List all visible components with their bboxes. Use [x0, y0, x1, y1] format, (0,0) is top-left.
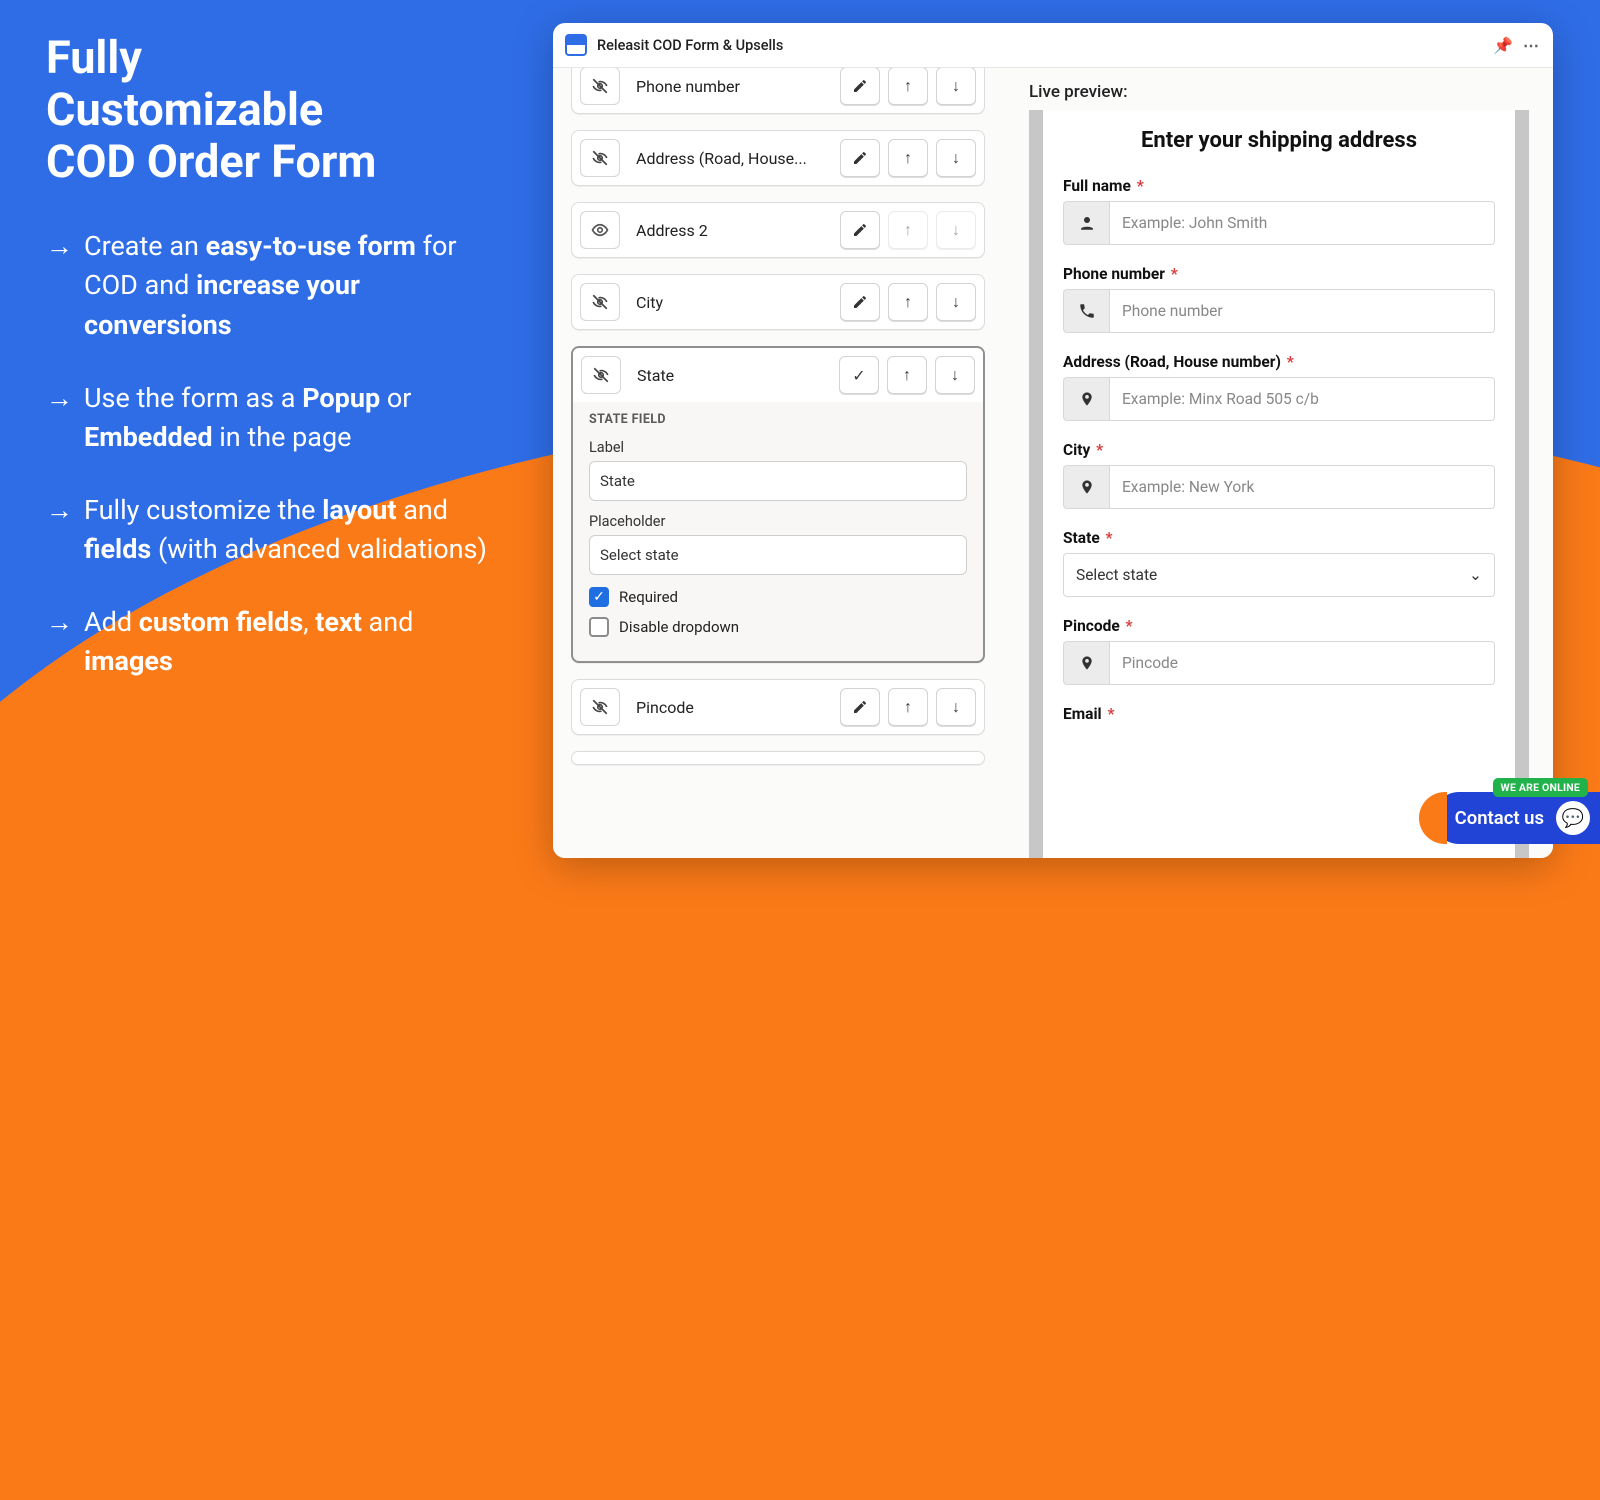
pincode-input[interactable]: Pincode — [1109, 641, 1495, 685]
bullet-1: Create an easy-to-use form for COD and i… — [46, 227, 496, 344]
disable-dropdown-checkbox[interactable]: Disable dropdown — [589, 617, 967, 637]
checkbox-icon: ✓ — [589, 587, 609, 607]
edit-button[interactable] — [840, 688, 880, 726]
pincode-label: Pincode * — [1063, 617, 1495, 635]
field-row-address2[interactable]: Address 2 ↑ ↓ — [571, 202, 985, 258]
city-label: City * — [1063, 441, 1495, 459]
person-icon — [1063, 201, 1109, 245]
move-up-button[interactable]: ↑ — [888, 688, 928, 726]
move-down-button[interactable]: ↓ — [936, 139, 976, 177]
checkbox-icon — [589, 617, 609, 637]
move-down-button[interactable]: ↓ — [936, 211, 976, 249]
state-select[interactable]: Select state ⌄ — [1063, 553, 1495, 597]
field-row-phone[interactable]: Phone number ↑ ↓ — [571, 68, 985, 114]
contact-label: Contact us — [1455, 807, 1544, 829]
bullet-3: Fully customize the layout and fields (w… — [46, 491, 496, 569]
contact-widget[interactable]: Contact us 💬 WE ARE ONLINE — [1433, 792, 1600, 844]
required-checkbox[interactable]: ✓ Required — [589, 587, 967, 607]
editor-section-title: STATE FIELD — [589, 412, 967, 427]
headline: Fully Customizable COD Order Form — [46, 32, 496, 187]
city-input[interactable]: Example: New York — [1109, 465, 1495, 509]
label-input[interactable]: State — [589, 461, 967, 501]
online-badge: WE ARE ONLINE — [1493, 778, 1588, 797]
field-row-address[interactable]: Address (Road, House... ↑ ↓ — [571, 130, 985, 186]
field-label: Address 2 — [632, 221, 832, 240]
move-down-button[interactable]: ↓ — [936, 688, 976, 726]
phone-input[interactable]: Phone number — [1109, 289, 1495, 333]
move-up-button[interactable]: ↑ — [888, 68, 928, 105]
edit-button[interactable] — [840, 283, 880, 321]
window-titlebar: Releasit COD Form & Upsells 📌 ⋯ — [553, 23, 1553, 67]
field-label: Phone number — [632, 77, 832, 96]
move-up-button[interactable]: ↑ — [888, 283, 928, 321]
move-up-button[interactable]: ↑ — [888, 211, 928, 249]
visibility-toggle-icon[interactable] — [580, 283, 620, 321]
visibility-toggle-icon[interactable] — [580, 139, 620, 177]
location-icon — [1063, 641, 1109, 685]
placeholder-input[interactable]: Select state — [589, 535, 967, 575]
preview-heading: Live preview: — [1029, 82, 1529, 102]
email-label: Email * — [1063, 705, 1495, 723]
field-label: Address (Road, House... — [632, 149, 832, 168]
form-title: Enter your shipping address — [1063, 128, 1495, 153]
bullet-4: Add custom fields, text and images — [46, 603, 496, 681]
move-up-button[interactable]: ↑ — [887, 356, 927, 394]
visibility-toggle-icon[interactable] — [581, 356, 621, 394]
edit-button[interactable] — [840, 211, 880, 249]
field-label: City — [632, 293, 832, 312]
move-up-button[interactable]: ↑ — [888, 139, 928, 177]
move-down-button[interactable]: ↓ — [936, 68, 976, 105]
visibility-toggle-icon[interactable] — [580, 688, 620, 726]
field-row-city[interactable]: City ↑ ↓ — [571, 274, 985, 330]
visibility-toggle-icon[interactable] — [580, 211, 620, 249]
move-down-button[interactable]: ↓ — [936, 283, 976, 321]
more-icon[interactable]: ⋯ — [1523, 36, 1541, 55]
window-title: Releasit COD Form & Upsells — [597, 37, 783, 54]
chevron-down-icon: ⌄ — [1469, 566, 1482, 584]
app-window: Releasit COD Form & Upsells 📌 ⋯ Phone nu… — [553, 23, 1553, 858]
field-row-next[interactable] — [571, 751, 985, 765]
field-row-pincode[interactable]: Pincode ↑ ↓ — [571, 679, 985, 735]
phone-icon — [1063, 289, 1109, 333]
full-name-label: Full name * — [1063, 177, 1495, 195]
field-label: State — [633, 366, 831, 385]
visibility-toggle-icon[interactable] — [580, 68, 620, 105]
bullet-2: Use the form as a Popup or Embedded in t… — [46, 379, 496, 457]
edit-button[interactable] — [840, 68, 880, 105]
form-builder-panel: Phone number ↑ ↓ Address (Road, House...… — [553, 68, 1003, 858]
edit-button[interactable] — [840, 139, 880, 177]
marketing-copy: Fully Customizable COD Order Form Create… — [46, 32, 496, 716]
chat-icon: 💬 — [1556, 801, 1590, 835]
field-label: Pincode — [632, 698, 832, 717]
phone-preview: Enter your shipping address Full name * … — [1029, 110, 1529, 858]
location-icon — [1063, 465, 1109, 509]
live-preview-panel: Live preview: Enter your shipping addres… — [1003, 68, 1553, 858]
app-logo-icon — [565, 34, 587, 56]
phone-label: Phone number * — [1063, 265, 1495, 283]
address-input[interactable]: Example: Minx Road 505 c/b — [1109, 377, 1495, 421]
address-label: Address (Road, House number) * — [1063, 353, 1495, 371]
location-icon — [1063, 377, 1109, 421]
placeholder-input-label: Placeholder — [589, 513, 967, 530]
move-down-button[interactable]: ↓ — [935, 356, 975, 394]
pin-icon[interactable]: 📌 — [1493, 36, 1513, 55]
field-row-state: State ✓ ↑ ↓ STATE FIELD Label State Plac… — [571, 346, 985, 663]
label-input-label: Label — [589, 439, 967, 456]
state-label: State * — [1063, 529, 1495, 547]
full-name-input[interactable]: Example: John Smith — [1109, 201, 1495, 245]
confirm-button[interactable]: ✓ — [839, 356, 879, 394]
